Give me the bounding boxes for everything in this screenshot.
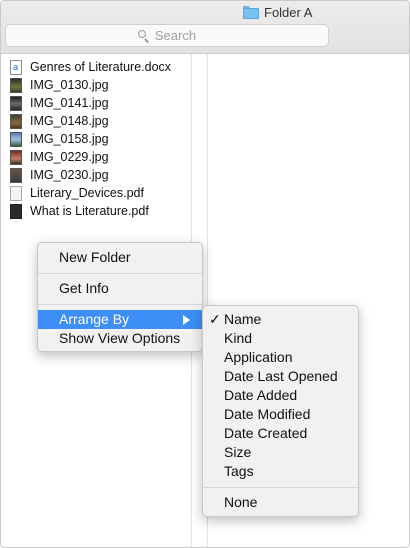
image-thumbnail-icon [10, 95, 22, 111]
file-name: Literary_Devices.pdf [30, 186, 144, 200]
window-title-label: Folder A [264, 4, 313, 20]
menu-item-arrange-by[interactable]: Arrange By [38, 310, 202, 329]
image-thumbnail-icon [10, 113, 22, 129]
list-item[interactable]: Literary_Devices.pdf [1, 184, 171, 202]
window-title: Folder A [243, 3, 312, 21]
submenu-item-name[interactable]: ✓ Name [203, 310, 358, 329]
title-bar: Folder A Search [1, 1, 409, 54]
checkmark-icon: ✓ [209, 311, 221, 327]
context-menu: New Folder Get Info Arrange By Show View… [37, 242, 203, 352]
file-name: IMG_0229.jpg [30, 150, 109, 164]
submenu-item-label: Name [224, 311, 262, 327]
image-thumbnail-icon [10, 77, 22, 93]
submenu-item-date-created[interactable]: Date Created [203, 424, 358, 443]
list-item[interactable]: IMG_0130.jpg [1, 76, 171, 94]
pdf-icon [10, 203, 22, 219]
list-item[interactable]: IMG_0141.jpg [1, 94, 171, 112]
file-name: IMG_0130.jpg [30, 78, 109, 92]
folder-icon [243, 5, 259, 19]
list-item[interactable]: Genres of Literature.docx [1, 58, 171, 76]
search-placeholder: Search [154, 28, 197, 43]
file-name: Genres of Literature.docx [30, 60, 172, 74]
submenu-item-application[interactable]: Application [203, 348, 358, 367]
submenu-item-none[interactable]: None [203, 493, 358, 512]
menu-separator [38, 304, 202, 305]
list-item[interactable]: IMG_0158.jpg [1, 130, 171, 148]
file-name: What is Literature.pdf [30, 204, 149, 218]
word-doc-icon [10, 59, 22, 75]
pdf-icon [10, 185, 22, 201]
arrange-by-submenu: ✓ Name Kind Application Date Last Opened… [202, 305, 359, 517]
menu-item-new-folder[interactable]: New Folder [38, 248, 202, 267]
search-icon [137, 29, 150, 43]
menu-item-show-view-options[interactable]: Show View Options [38, 329, 202, 348]
file-list: Genres of Literature.docx IMG_0130.jpg I… [1, 58, 171, 220]
image-thumbnail-icon [10, 131, 22, 147]
image-thumbnail-icon [10, 167, 22, 183]
chevron-right-icon [183, 315, 190, 325]
submenu-item-tags[interactable]: Tags [203, 462, 358, 481]
search-field[interactable]: Search [5, 24, 329, 47]
submenu-item-date-added[interactable]: Date Added [203, 386, 358, 405]
submenu-item-kind[interactable]: Kind [203, 329, 358, 348]
file-name: IMG_0148.jpg [30, 114, 109, 128]
menu-separator [38, 273, 202, 274]
submenu-item-size[interactable]: Size [203, 443, 358, 462]
file-name: IMG_0230.jpg [30, 168, 109, 182]
menu-item-arrange-by-label: Arrange By [59, 311, 130, 327]
list-item[interactable]: What is Literature.pdf [1, 202, 171, 220]
submenu-item-date-last-opened[interactable]: Date Last Opened [203, 367, 358, 386]
menu-separator [203, 487, 358, 488]
list-item[interactable]: IMG_0229.jpg [1, 148, 171, 166]
file-name: IMG_0158.jpg [30, 132, 109, 146]
list-item[interactable]: IMG_0230.jpg [1, 166, 171, 184]
file-name: IMG_0141.jpg [30, 96, 109, 110]
image-thumbnail-icon [10, 149, 22, 165]
list-item[interactable]: IMG_0148.jpg [1, 112, 171, 130]
menu-item-get-info[interactable]: Get Info [38, 279, 202, 298]
submenu-item-date-modified[interactable]: Date Modified [203, 405, 358, 424]
